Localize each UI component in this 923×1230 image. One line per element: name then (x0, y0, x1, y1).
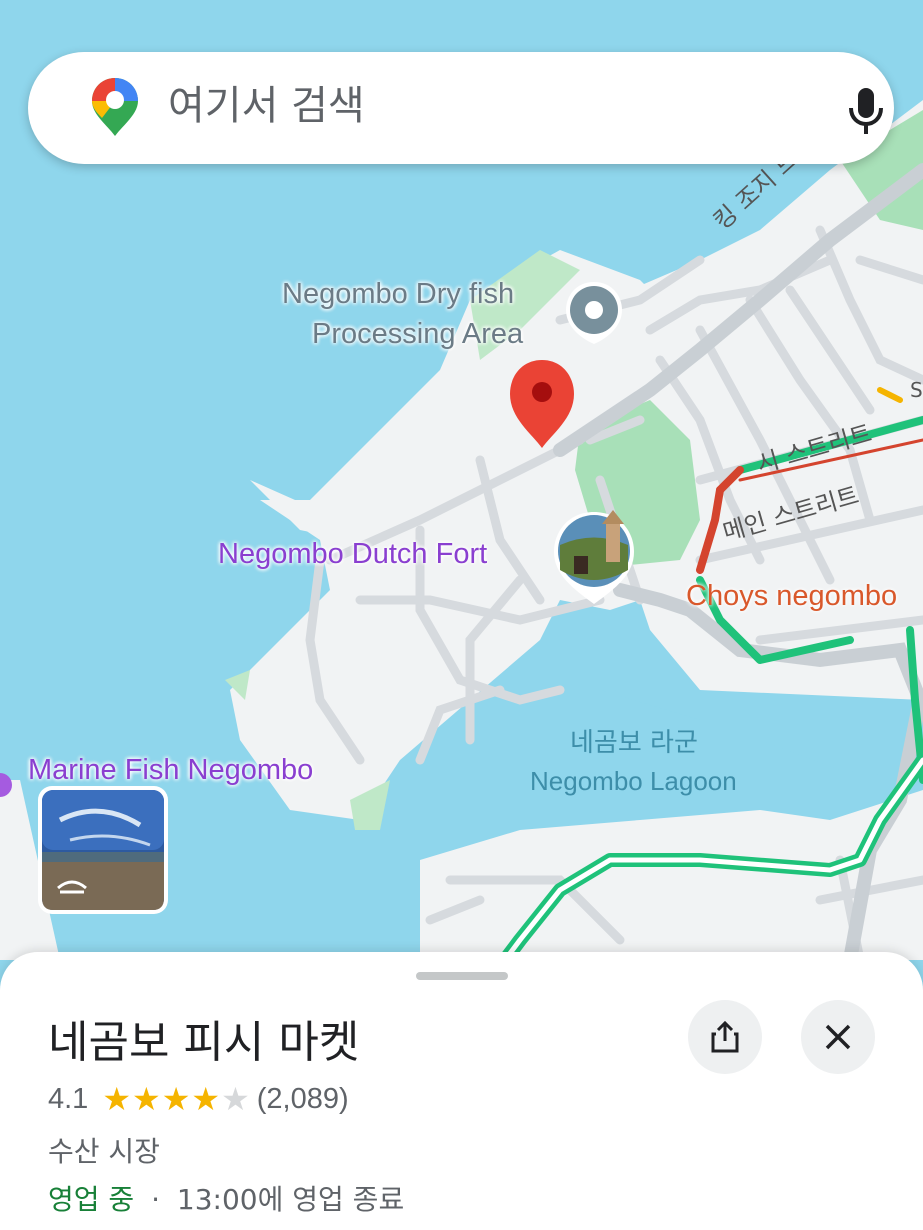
open-status: 영업 중 (48, 1183, 135, 1216)
rating-row[interactable]: 4.1 ★ ★ ★ ★ ★ (2,089) (48, 1080, 349, 1118)
label-lagoon-ko: 네곰보 라군 (570, 728, 698, 758)
star-icon: ★ (102, 1080, 133, 1118)
place-title: 네곰보 피시 마켓 (48, 1017, 360, 1068)
opening-hours[interactable]: 영업 중 · 13:00에 영업 종료 (48, 1178, 404, 1218)
search-placeholder[interactable]: 여기서 검색 (168, 80, 365, 132)
close-button[interactable] (801, 1000, 875, 1074)
road-label-sea-street-partial: S (910, 378, 923, 402)
google-maps-logo (92, 78, 138, 136)
search-bar[interactable]: 여기서 검색 (28, 52, 894, 164)
star-icon: ★ (161, 1080, 192, 1118)
label-marine-fish[interactable]: Marine Fish Negombo (28, 754, 313, 787)
star-icon: ★ (132, 1080, 162, 1118)
star-icon: ★ (191, 1080, 222, 1118)
label-choys-negombo[interactable]: Choys negombo (686, 580, 897, 613)
label-dry-fish-line1[interactable]: Negombo Dry fish (282, 274, 514, 314)
label-dry-fish-line2[interactable]: Processing Area (312, 314, 523, 354)
label-dutch-fort[interactable]: Negombo Dutch Fort (218, 538, 487, 571)
drag-handle[interactable] (416, 972, 508, 980)
share-button[interactable] (688, 1000, 762, 1074)
separator-dot: · (151, 1183, 160, 1216)
place-category: 수산 시장 (48, 1135, 160, 1168)
share-icon (711, 1020, 739, 1053)
review-count[interactable]: (2,089) (257, 1083, 349, 1116)
label-lagoon-en: Negombo Lagoon (530, 766, 737, 796)
place-bottom-sheet[interactable]: 네곰보 피시 마켓 4.1 ★ ★ ★ ★ ★ (2,089) 수산 시장 영업… (0, 952, 923, 1230)
rating-value: 4.1 (48, 1082, 89, 1115)
star-rating: ★ ★ ★ ★ ★ (102, 1080, 250, 1118)
star-empty-icon: ★ (221, 1080, 251, 1118)
close-icon (825, 1024, 851, 1050)
mic-icon[interactable] (846, 86, 886, 136)
street-view-thumbnail[interactable] (38, 786, 168, 914)
closing-time: 13:00에 영업 종료 (176, 1183, 405, 1216)
